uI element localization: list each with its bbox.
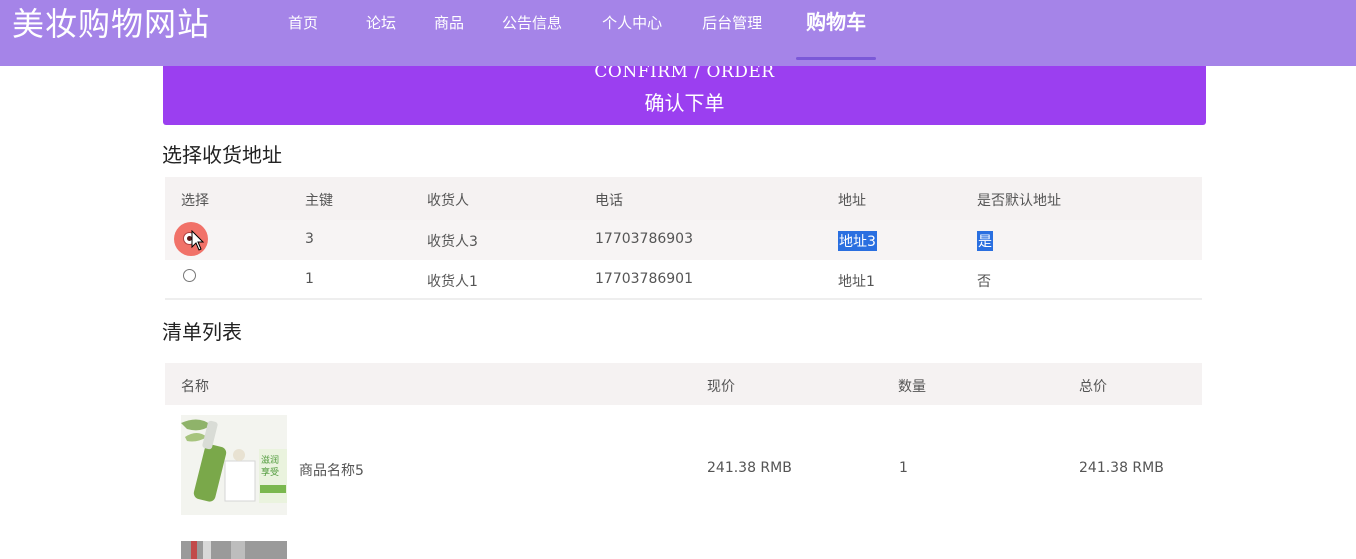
address-receiver: 收货人1 <box>427 274 478 290</box>
address-text: 地址1 <box>838 274 875 290</box>
top-nav-bar: 美妆购物网站 首页 论坛 商品 公告信息 个人中心 后台管理 购物车 <box>0 0 1356 66</box>
address-table-header: 选择 主键 收货人 电话 地址 是否默认地址 <box>165 177 1202 220</box>
col-phone: 电话 <box>595 193 623 209</box>
address-section-title: 选择收货地址 <box>162 143 282 167</box>
address-id: 1 <box>305 271 314 287</box>
address-receiver: 收货人3 <box>427 234 478 250</box>
thumb-text-1: 滋润 <box>261 454 279 466</box>
table-row[interactable]: 滋润 享受 商品名称5 241.38 RMB 1 241.38 RMB <box>165 405 1202 533</box>
address-default: 是 <box>977 231 993 251</box>
product-price: 241.38 RMB <box>707 460 792 476</box>
address-text: 地址3 <box>838 231 877 251</box>
banner-title-zh: 确认下单 <box>644 91 725 115</box>
mouse-cursor-icon <box>191 230 205 251</box>
col-name: 名称 <box>181 379 209 395</box>
col-receiver: 收货人 <box>427 193 469 209</box>
address-id: 3 <box>305 231 314 247</box>
product-thumbnail[interactable] <box>181 541 287 559</box>
nav-personal-center[interactable]: 个人中心 <box>584 0 680 60</box>
address-radio[interactable] <box>183 269 196 282</box>
nav-products[interactable]: 商品 <box>416 0 482 60</box>
site-logo[interactable]: 美妆购物网站 <box>12 4 210 44</box>
product-total: 241.38 RMB <box>1079 460 1164 476</box>
col-select: 选择 <box>181 193 209 209</box>
table-row[interactable] <box>165 541 1202 559</box>
order-table-header: 名称 现价 数量 总价 <box>165 363 1202 405</box>
address-table: 选择 主键 收货人 电话 地址 是否默认地址 3 收货人3 1770378690… <box>165 177 1202 300</box>
col-qty: 数量 <box>898 379 926 395</box>
thumb-text-2: 享受 <box>261 466 279 478</box>
col-address: 地址 <box>838 193 866 209</box>
col-id: 主键 <box>305 193 333 209</box>
col-total: 总价 <box>1079 379 1107 395</box>
main-nav: 首页 论坛 商品 公告信息 个人中心 后台管理 购物车 <box>270 0 877 60</box>
order-table: 名称 现价 数量 总价 滋润 享受 商品名称5 241.38 RMB 1 241… <box>165 363 1202 559</box>
nav-cart[interactable]: 购物车 <box>796 0 877 60</box>
nav-home[interactable]: 首页 <box>270 0 336 60</box>
col-price: 现价 <box>707 379 735 395</box>
table-row[interactable]: 3 收货人3 17703786903 地址3 是 <box>165 220 1202 260</box>
address-phone: 17703786903 <box>595 231 693 247</box>
address-phone: 17703786901 <box>595 271 693 287</box>
product-thumbnail[interactable]: 滋润 享受 <box>181 415 287 515</box>
col-default: 是否默认地址 <box>977 193 1061 209</box>
address-default: 否 <box>977 274 991 290</box>
table-row[interactable]: 1 收货人1 17703786901 地址1 否 <box>165 260 1202 300</box>
product-name[interactable]: 商品名称5 <box>299 460 364 480</box>
nav-admin[interactable]: 后台管理 <box>684 0 780 60</box>
product-qty: 1 <box>899 460 908 476</box>
order-section-title: 清单列表 <box>162 320 242 344</box>
nav-forum[interactable]: 论坛 <box>348 0 414 60</box>
nav-announcements[interactable]: 公告信息 <box>484 0 580 60</box>
